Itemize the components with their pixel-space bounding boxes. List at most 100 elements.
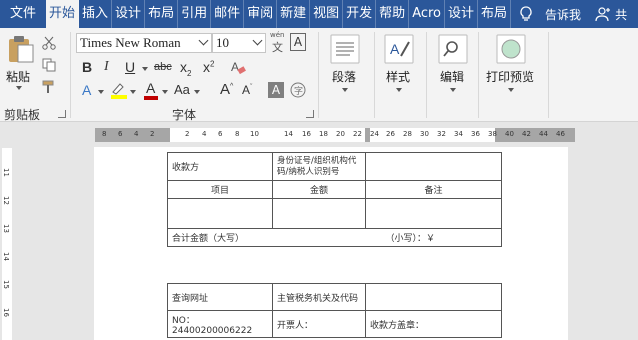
copy-icon[interactable]: [42, 58, 56, 72]
character-border-icon[interactable]: A: [290, 33, 306, 51]
grow-font-button[interactable]: A^: [220, 81, 233, 98]
editing-label[interactable]: 编辑: [440, 68, 464, 85]
empty-cell[interactable]: [365, 152, 502, 181]
clipboard-launcher-icon[interactable]: [58, 110, 66, 118]
underline-button[interactable]: U: [125, 59, 135, 75]
ruler-number: 2: [150, 130, 155, 138]
tab-developer[interactable]: 开发: [343, 0, 377, 28]
small-amount-label: （小写）：￥: [385, 234, 436, 244]
vruler-number: 15: [2, 280, 10, 289]
invoice-number-cell[interactable]: NO：24400200006222: [167, 310, 273, 338]
highlight-icon[interactable]: [110, 81, 128, 99]
text-effects-button[interactable]: A: [82, 82, 91, 98]
underline-dropdown-icon[interactable]: [142, 67, 148, 71]
italic-button[interactable]: I: [104, 59, 109, 75]
tab-references[interactable]: 引用: [178, 0, 212, 28]
tab-design[interactable]: 设计: [112, 0, 146, 28]
svg-text:字: 字: [294, 85, 303, 97]
text-effects-dropdown-icon[interactable]: [98, 90, 104, 94]
styles-icon[interactable]: A: [384, 34, 414, 64]
vertical-ruler[interactable]: 11 12 13 14 15 16: [0, 123, 14, 340]
chevron-down-icon[interactable]: [198, 35, 209, 46]
empty-cell[interactable]: [272, 198, 366, 229]
paste-label[interactable]: 粘贴: [6, 68, 30, 85]
enclose-characters-icon[interactable]: 字: [290, 82, 306, 98]
paste-dropdown-icon[interactable]: [16, 86, 22, 90]
font-size-combo[interactable]: 10: [212, 33, 266, 53]
ruler-number: 40: [505, 130, 514, 138]
empty-cell[interactable]: [365, 198, 502, 229]
ribbon-tab-bar: 文件 开始 插入 设计 布局 引用 邮件 审阅 新建 视图 开发 帮助 Acro…: [0, 0, 638, 28]
total-row[interactable]: 合计金额（大写） （小写）：￥: [167, 228, 502, 247]
svg-text:A: A: [390, 41, 400, 57]
ruler-number: 16: [302, 130, 311, 138]
query-url-cell[interactable]: 查询网址: [167, 283, 273, 311]
character-shading-button[interactable]: A: [268, 82, 284, 98]
tab-file[interactable]: 文件: [0, 0, 46, 28]
id-label-cell[interactable]: 身份证号/组织机构代码/纳税人识别号: [272, 152, 366, 181]
payee-cell[interactable]: 收款方: [167, 152, 273, 181]
subscript-button[interactable]: x2: [180, 59, 191, 78]
empty-cell[interactable]: [365, 283, 502, 311]
styles-dropdown-icon[interactable]: [396, 88, 402, 92]
tab-table-design[interactable]: 设计: [445, 0, 479, 28]
payee-seal-cell[interactable]: 收款方盖章：: [365, 310, 502, 338]
clear-formatting-icon[interactable]: A: [230, 59, 246, 75]
tab-mailings[interactable]: 邮件: [211, 0, 245, 28]
font-color-dropdown-icon[interactable]: [162, 90, 168, 94]
tab-insert[interactable]: 插入: [79, 0, 113, 28]
strikethrough-button[interactable]: abc: [154, 61, 172, 73]
shrink-font-button[interactable]: Aˇ: [242, 83, 252, 97]
change-case-dropdown-icon[interactable]: [194, 90, 200, 94]
paragraph-icon[interactable]: [330, 34, 360, 64]
ruler-number: 36: [471, 130, 480, 138]
cut-icon[interactable]: [42, 36, 56, 50]
column-header-remark[interactable]: 备注: [365, 180, 502, 199]
chevron-down-icon[interactable]: [252, 35, 263, 46]
search-icon[interactable]: [438, 34, 468, 64]
change-case-button[interactable]: Aa: [174, 82, 190, 97]
tab-view[interactable]: 视图: [310, 0, 344, 28]
styles-label[interactable]: 样式: [386, 68, 410, 85]
paragraph-label[interactable]: 段落: [332, 68, 356, 85]
font-launcher-icon[interactable]: [306, 110, 314, 118]
ruler-number: 2: [185, 130, 190, 138]
phonetic-guide-icon[interactable]: wén 文: [270, 31, 284, 55]
tab-acrobat[interactable]: Acro: [409, 0, 446, 28]
paragraph-dropdown-icon[interactable]: [342, 88, 348, 92]
horizontal-ruler[interactable]: 8 6 4 2 2 4 6 8 10 14 16 18 20 22 24 26 …: [0, 123, 638, 147]
highlight-dropdown-icon[interactable]: [130, 90, 136, 94]
tab-table-layout[interactable]: 布局: [478, 0, 512, 28]
tab-help[interactable]: 帮助: [376, 0, 410, 28]
ruler-number: 22: [353, 130, 362, 138]
column-header-amount[interactable]: 金额: [272, 180, 366, 199]
ruler-number: 38: [488, 130, 497, 138]
format-painter-icon[interactable]: [42, 80, 56, 94]
ruler-number: 8: [102, 130, 107, 138]
print-preview-label[interactable]: 打印预览: [486, 68, 534, 85]
tell-me-box[interactable]: 告诉我: [519, 6, 581, 23]
tab-home[interactable]: 开始: [46, 0, 80, 28]
tab-review[interactable]: 审阅: [244, 0, 278, 28]
issuer-cell[interactable]: 开票人：: [272, 310, 366, 338]
superscript-button[interactable]: x2: [203, 59, 214, 75]
print-preview-icon[interactable]: [496, 34, 526, 64]
column-header-item[interactable]: 项目: [167, 180, 273, 199]
paste-icon[interactable]: [6, 34, 36, 64]
tax-office-cell[interactable]: 主管税务机关及代码: [272, 283, 366, 311]
tell-me-label: 告诉我: [545, 7, 582, 22]
vruler-number: 11: [2, 168, 10, 177]
ruler-number: 34: [454, 130, 463, 138]
vertical-scrollbar[interactable]: [624, 147, 638, 340]
share-button[interactable]: 共: [595, 6, 627, 23]
invoice-table-bottom: 查询网址 主管税务机关及代码 NO：24400200006222 开票人： 收款…: [167, 283, 502, 338]
font-color-button[interactable]: A: [146, 80, 155, 96]
vruler-number: 13: [2, 224, 10, 233]
editing-dropdown-icon[interactable]: [450, 88, 456, 92]
print-preview-dropdown-icon[interactable]: [508, 88, 514, 92]
tab-new[interactable]: 新建: [277, 0, 311, 28]
bold-button[interactable]: B: [82, 59, 92, 75]
font-name-combo[interactable]: Times New Roman: [76, 33, 212, 53]
tab-layout[interactable]: 布局: [145, 0, 179, 28]
empty-cell[interactable]: [167, 198, 273, 229]
